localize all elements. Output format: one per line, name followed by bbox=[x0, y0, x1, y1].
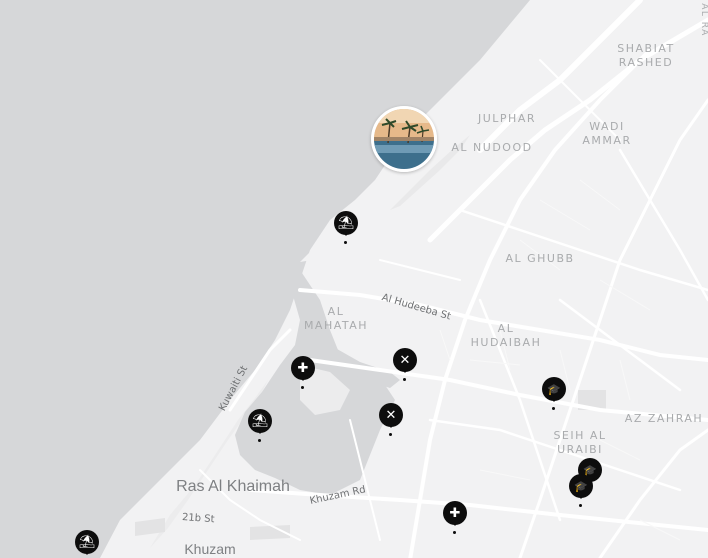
area-label-al-mahatah: AL MAHATAH bbox=[303, 305, 369, 332]
beach-umbrella-icon: ⛱ bbox=[75, 530, 99, 555]
beach-marker-1[interactable]: ⛱ bbox=[334, 211, 358, 245]
area-label-al-nudood: AL NUDOOD bbox=[451, 141, 533, 154]
area-label-al-ra-partial: AL RA bbox=[699, 3, 708, 37]
marker-dot bbox=[344, 241, 347, 244]
beach-umbrella-icon: ⛱ bbox=[334, 211, 358, 236]
area-label-khuzam: Khuzam bbox=[184, 541, 236, 557]
marker-dot bbox=[258, 439, 261, 442]
marker-dot bbox=[579, 504, 582, 507]
area-label-az-zahrah: AZ ZAHRAH bbox=[624, 412, 704, 425]
graduation-cap-icon: 🎓 bbox=[569, 474, 593, 499]
street-label-21b: 21b St bbox=[181, 512, 215, 526]
restaurant-marker-1[interactable]: ✕ bbox=[393, 348, 417, 382]
photo-thumbnail-icon[interactable] bbox=[371, 106, 437, 172]
area-label-shabiat-rashed: SHABIAT RASHED bbox=[617, 42, 675, 69]
school-marker-3[interactable]: 🎓 bbox=[569, 474, 593, 508]
photo-image bbox=[374, 109, 434, 169]
marker-dot bbox=[301, 386, 304, 389]
marker-dot bbox=[552, 407, 555, 410]
area-label-al-ghubb: AL GHUBB bbox=[505, 252, 575, 265]
hospital-marker-2[interactable]: ✚ bbox=[443, 501, 467, 535]
marker-dot bbox=[389, 433, 392, 436]
hospital-marker-1[interactable]: ✚ bbox=[291, 356, 315, 390]
beach-umbrella-icon: ⛱ bbox=[248, 409, 272, 434]
marker-dot bbox=[403, 378, 406, 381]
marker-dot bbox=[453, 531, 456, 534]
fork-knife-icon: ✕ bbox=[393, 348, 417, 373]
area-label-wadi-ammar: WADI AMMAR bbox=[582, 120, 632, 147]
city-label-ras-al-khaimah: Ras Al Khaimah bbox=[176, 478, 290, 495]
fork-knife-icon: ✕ bbox=[379, 403, 403, 428]
area-label-seih-al-uraibi: SEIH AL URAIBI bbox=[553, 429, 607, 456]
beach-marker-3[interactable]: ⛱ bbox=[75, 530, 99, 558]
map-canvas[interactable]: SHABIAT RASHED JULPHAR WADI AMMAR AL NUD… bbox=[0, 0, 708, 558]
restaurant-marker-2[interactable]: ✕ bbox=[379, 403, 403, 437]
graduation-cap-icon: 🎓 bbox=[542, 377, 566, 402]
area-label-julphar: JULPHAR bbox=[478, 112, 536, 125]
medical-cross-icon: ✚ bbox=[443, 501, 467, 526]
school-marker-1[interactable]: 🎓 bbox=[542, 377, 566, 411]
medical-cross-icon: ✚ bbox=[291, 356, 315, 381]
area-label-al-hudaibah: AL HUDAIBAH bbox=[470, 322, 542, 349]
beach-marker-2[interactable]: ⛱ bbox=[248, 409, 272, 443]
